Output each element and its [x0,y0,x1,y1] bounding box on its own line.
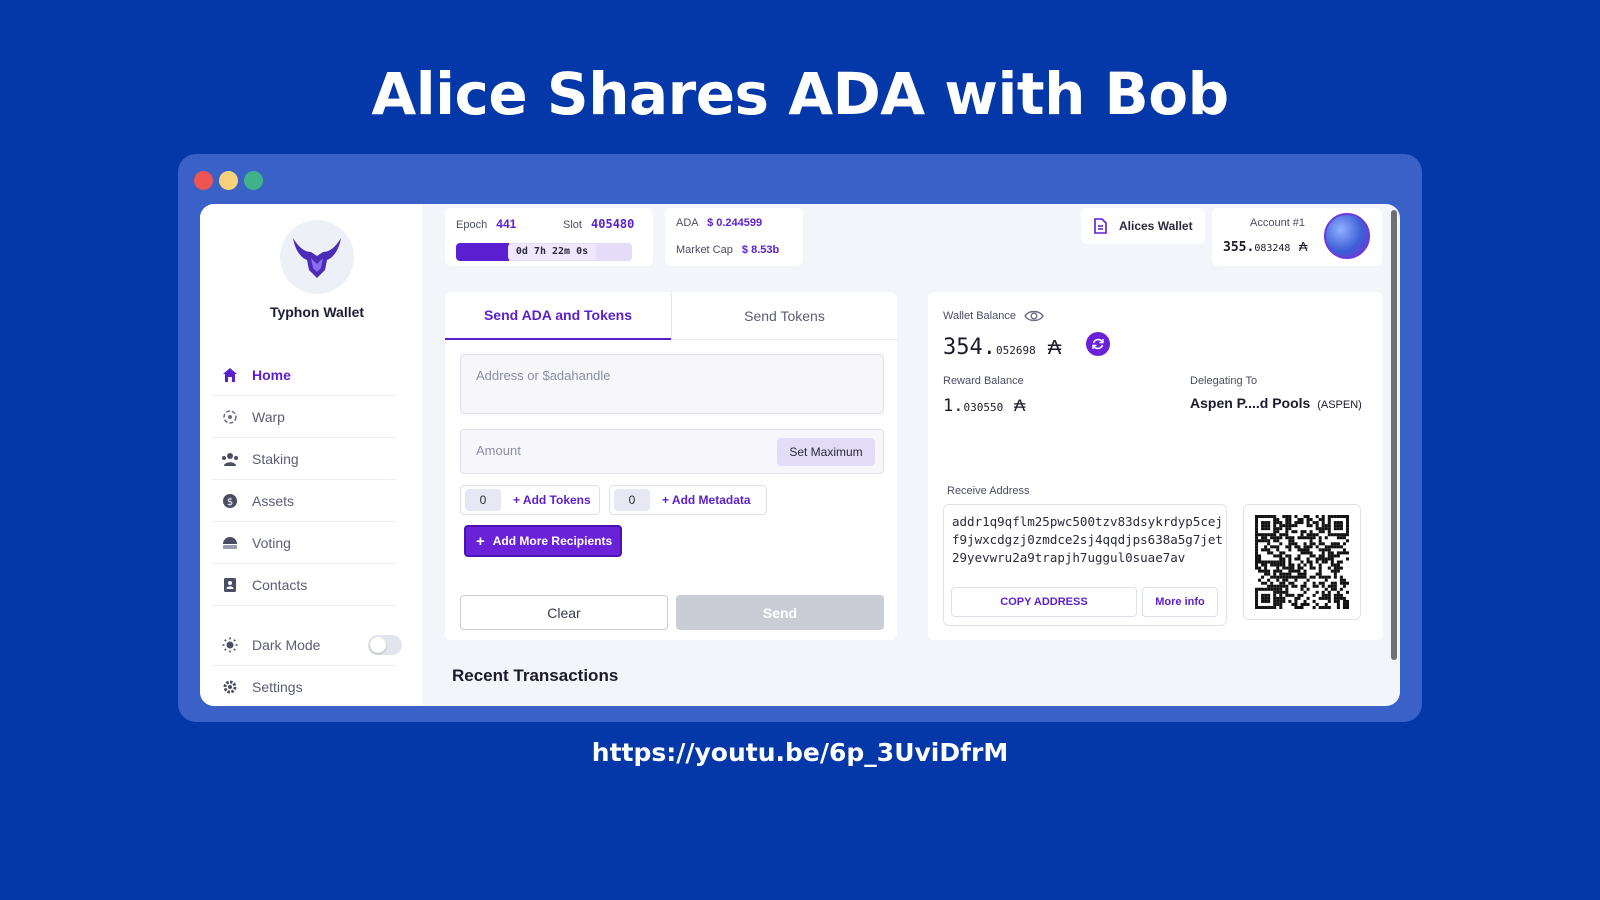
add-more-recipients-label: Add More Recipients [492,534,613,548]
address-input[interactable]: Address or $adahandle [460,354,884,414]
warp-icon [220,407,240,427]
ada-price: $ 0.244599 [707,217,763,229]
eye-icon[interactable] [1024,309,1044,323]
dark-mode-toggle[interactable] [368,635,402,655]
add-metadata-button[interactable]: 0 + Add Metadata [609,485,767,515]
typhon-logo-icon [280,220,354,294]
add-tokens-label: + Add Tokens [513,493,591,507]
receive-address-label: Receive Address [947,485,1030,497]
sidebar-item-dark-mode: Dark Mode [212,624,402,666]
ada-symbol-icon: ₳ [1298,239,1308,254]
metadata-count: 0 [614,489,650,511]
staking-icon [220,449,240,469]
sidebar-item-warp[interactable]: Warp [212,396,396,438]
ada-symbol-icon: ₳ [1013,396,1026,415]
clear-button[interactable]: Clear [460,595,668,630]
sidebar-item-home[interactable]: Home [212,354,396,396]
slot-label: Slot [563,219,582,231]
market-cap-label: Market Cap [676,244,733,256]
voting-icon [220,533,240,553]
sidebar-item-label: Voting [252,534,291,551]
svg-text:$: $ [227,497,233,508]
amount-placeholder: Amount [476,443,521,458]
more-info-button[interactable]: More info [1142,587,1218,617]
send-panel: Send ADA and Tokens Send Tokens Address … [445,292,897,640]
reward-balance: 1.030550 ₳ [943,396,1026,416]
qr-code [1243,504,1361,620]
epoch-label: Epoch [456,219,488,231]
account-label: Account #1 [1250,217,1306,229]
market-cap-value: $ 8.53b [741,244,780,256]
epoch-card: Epoch 441 Slot 405480 0d 7h 22m 0s [445,208,653,266]
wallet-name: Alices Wallet [1119,219,1193,233]
sidebar-item-label: Contacts [252,576,308,593]
wallet-app: Typhon Wallet Home Warp Staking $ Assets… [200,204,1400,706]
sidebar-item-assets[interactable]: $ Assets [212,480,396,522]
sidebar-item-label: Assets [252,492,295,509]
sidebar-item-label: Home [252,366,291,383]
ada-price-card: ADA $ 0.244599 Market Cap $ 8.53b [665,208,803,266]
close-window-dot[interactable] [194,171,213,190]
ada-symbol-icon: ₳ [1047,337,1062,359]
epoch-countdown: 0d 7h 22m 0s [508,244,596,260]
wallet-balance-label: Wallet Balance [943,310,1016,322]
copy-address-button[interactable]: COPY ADDRESS [951,587,1137,617]
gear-icon [220,677,240,697]
balance-panel: Wallet Balance 354.052698 ₳ Reward Balan… [928,292,1383,640]
send-button[interactable]: Send [676,595,884,630]
video-link[interactable]: https://youtu.be/6p_3UviDfrM [0,738,1600,767]
sidebar-item-label: Dark Mode [252,636,321,653]
add-metadata-label: + Add Metadata [662,493,751,507]
epoch-value: 441 [496,217,517,231]
delegating-label: Delegating To [1190,375,1258,387]
epoch-progress-bar: 0d 7h 22m 0s [456,243,632,261]
receive-address[interactable]: addr1q9qflm25pwc500tzv83dsykrdyp5cejf9jw… [952,513,1224,567]
add-tokens-button[interactable]: 0 + Add Tokens [460,485,600,515]
slot-value: 405480 [591,217,635,231]
refresh-icon[interactable] [1086,332,1110,356]
contacts-icon [220,575,240,595]
sidebar: Typhon Wallet Home Warp Staking $ Assets… [200,204,422,706]
receive-address-box: addr1q9qflm25pwc500tzv83dsykrdyp5cejf9jw… [943,504,1227,626]
sidebar-item-label: Warp [252,408,285,425]
account-card[interactable]: Account #1 355.083248 ₳ [1212,208,1382,266]
brand-name: Typhon Wallet [269,304,365,320]
pool-ticker: (ASPEN) [1317,399,1362,411]
wallet-balance: 354.052698 ₳ [943,335,1062,360]
slide-title: Alice Shares ADA with Bob [371,60,1229,128]
recent-transactions-heading: Recent Transactions [452,666,619,685]
sidebar-item-label: Settings [252,679,303,695]
sidebar-item-staking[interactable]: Staking [212,438,396,480]
assets-icon: $ [220,491,240,511]
sidebar-item-voting[interactable]: Voting [212,522,396,564]
sidebar-item-label: Staking [252,450,299,467]
document-icon [1093,218,1107,234]
wallet-name-button[interactable]: Alices Wallet [1081,208,1205,244]
tab-send-ada-and-tokens[interactable]: Send ADA and Tokens [445,292,671,340]
app-window: Typhon Wallet Home Warp Staking $ Assets… [178,154,1422,722]
tokens-count: 0 [465,489,501,511]
amount-input[interactable]: Amount Set Maximum [460,429,884,474]
scrollbar[interactable] [1391,210,1397,660]
plus-icon: + [476,532,485,550]
delegated-pool[interactable]: Aspen P....d Pools (ASPEN) [1190,395,1362,411]
address-placeholder: Address or $adahandle [476,368,611,383]
account-balance: 355.083248 ₳ [1223,239,1308,255]
add-more-recipients-button[interactable]: + Add More Recipients [464,525,622,557]
tab-send-tokens[interactable]: Send Tokens [671,292,897,340]
minimize-window-dot[interactable] [219,171,238,190]
sun-icon [220,635,240,655]
home-icon [220,365,240,385]
qr-code-icon [1255,515,1349,609]
sidebar-item-settings[interactable]: Settings [212,666,396,706]
sidebar-item-contacts[interactable]: Contacts [212,564,396,606]
reward-balance-label: Reward Balance [943,375,1024,387]
ada-label: ADA [676,217,699,229]
epoch-progress-fill [456,243,509,261]
account-avatar[interactable] [1324,213,1370,259]
maximize-window-dot[interactable] [244,171,263,190]
set-maximum-button[interactable]: Set Maximum [777,438,875,466]
